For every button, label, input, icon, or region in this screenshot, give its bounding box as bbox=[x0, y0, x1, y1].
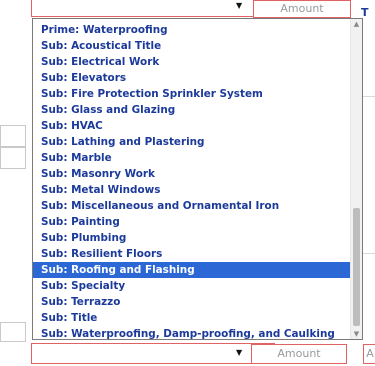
background-divider bbox=[363, 253, 375, 254]
scroll-thumb[interactable] bbox=[353, 208, 360, 326]
dropdown-option[interactable]: Sub: Miscellaneous and Ornamental Iron bbox=[33, 198, 352, 214]
category-select[interactable]: ▼ bbox=[31, 0, 275, 17]
dropdown-option[interactable]: Sub: Metal Windows bbox=[33, 182, 352, 198]
dropdown-option[interactable]: Sub: Acoustical Title bbox=[33, 38, 352, 54]
scroll-up-icon[interactable]: ▲ bbox=[351, 19, 362, 29]
background-divider bbox=[363, 96, 375, 97]
category-select[interactable]: ▼ bbox=[31, 343, 275, 364]
background-field bbox=[0, 125, 26, 147]
dropdown-option[interactable]: Sub: Terrazzo bbox=[33, 294, 352, 310]
dropdown-option[interactable]: Sub: Painting bbox=[33, 214, 352, 230]
dropdown-option[interactable]: Sub: Resilient Floors bbox=[33, 246, 352, 262]
chevron-down-icon: ▼ bbox=[236, 1, 243, 10]
dropdown-option[interactable]: Sub: Glass and Glazing bbox=[33, 102, 352, 118]
dropdown-option[interactable]: Sub: Title bbox=[33, 310, 352, 326]
dropdown-option[interactable]: Sub: HVAC bbox=[33, 118, 352, 134]
amount-field[interactable]: Amount bbox=[253, 0, 351, 18]
background-field bbox=[0, 147, 26, 169]
scroll-down-icon[interactable]: ▼ bbox=[351, 329, 362, 339]
option-list: Prime: Waterproofing Sub: Acoustical Titl… bbox=[33, 22, 352, 342]
dropdown-option[interactable]: Sub: Fire Protection Sprinkler System bbox=[33, 86, 352, 102]
top-form-row: ▼ Amount T bbox=[0, 0, 375, 19]
dropdown-option[interactable]: Prime: Waterproofing bbox=[33, 22, 352, 38]
next-field-fragment[interactable]: A bbox=[363, 344, 375, 364]
amount-field[interactable]: Amount bbox=[251, 344, 347, 364]
dropdown-option[interactable]: Sub: Lathing and Plastering bbox=[33, 134, 352, 150]
bottom-form-row: ▼ Amount A bbox=[0, 343, 375, 366]
dropdown-option[interactable]: Sub: Waterproofing, Damp-proofing, and C… bbox=[33, 326, 352, 342]
dropdown-option[interactable]: Sub: Marble bbox=[33, 150, 352, 166]
dropdown-option[interactable]: Sub: Plumbing bbox=[33, 230, 352, 246]
dropdown-scrollbar[interactable]: ▲ ▼ bbox=[350, 19, 362, 339]
category-dropdown-list[interactable]: Prime: Waterproofing Sub: Acoustical Titl… bbox=[32, 18, 363, 340]
dropdown-option[interactable]: Sub: Electrical Work bbox=[33, 54, 352, 70]
dropdown-option[interactable]: Sub: Masonry Work bbox=[33, 166, 352, 182]
screenshot-frame: ▼ Amount T Prime: Waterproofing Sub: Acou… bbox=[0, 0, 375, 366]
dropdown-option[interactable]: Sub: Elevators bbox=[33, 70, 352, 86]
dropdown-option-selected[interactable]: Sub: Roofing and Flashing bbox=[33, 262, 352, 278]
background-field bbox=[0, 322, 26, 342]
dropdown-option[interactable]: Sub: Specialty bbox=[33, 278, 352, 294]
chevron-down-icon: ▼ bbox=[236, 348, 243, 357]
